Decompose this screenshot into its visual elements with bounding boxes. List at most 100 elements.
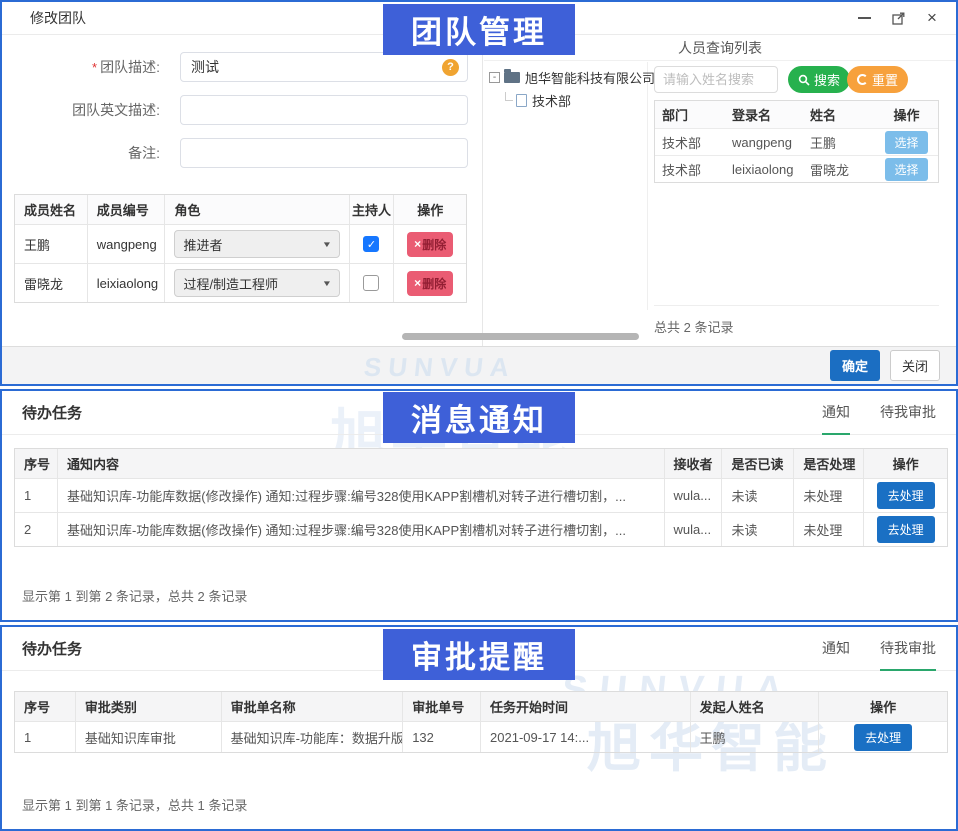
search-input[interactable] (654, 66, 778, 93)
x-icon: × (414, 237, 421, 251)
col-no: 序号 (15, 692, 75, 721)
host-cell (349, 264, 394, 302)
member-code: wangpeng (87, 225, 165, 263)
go-handle-button[interactable]: 去处理 (877, 482, 935, 509)
minimize-icon[interactable] (856, 10, 872, 26)
go-handle-button[interactable]: 去处理 (877, 516, 935, 543)
tabs: 通知 待我审批 (822, 391, 936, 435)
approval-reminder-banner: 审批提醒 (383, 629, 575, 680)
action-cell: ×删除 (393, 264, 466, 302)
action-cell: 去处理 (818, 722, 947, 752)
delete-button[interactable]: ×删除 (407, 271, 453, 296)
role-select-value: 过程/制造工程师 (183, 274, 278, 293)
delete-button[interactable]: ×删除 (407, 232, 453, 257)
col-initiator: 发起人姓名 (690, 692, 819, 721)
select-button[interactable]: 选择 (885, 158, 927, 181)
member-name: 雷晓龙 (15, 264, 87, 302)
login-cell: wangpeng (725, 135, 803, 150)
role-select[interactable]: 过程/制造工程师 ▼ (174, 269, 339, 297)
team-desc-en-input[interactable] (180, 95, 468, 125)
members-table-header: 成员姓名 成员编号 角色 主持人 操作 (15, 195, 466, 224)
required-asterisk: * (92, 60, 97, 75)
col-handled: 是否处理 (793, 449, 863, 478)
col-form-no: 审批单号 (402, 692, 480, 721)
host-checkbox[interactable] (363, 236, 379, 252)
member-code: leixiaolong (87, 264, 165, 302)
select-button[interactable]: 选择 (885, 131, 927, 154)
no-cell: 2 (15, 513, 57, 546)
form-name-cell: 基础知识库-功能库：数据升版... (221, 722, 403, 752)
tab-notifications[interactable]: 通知 (822, 627, 850, 671)
member-row: 雷晓龙 leixiaolong 过程/制造工程师 ▼ ×删除 (15, 263, 466, 302)
receiver-cell: wula... (664, 513, 722, 546)
content-cell: 基础知识库-功能库数据(修改操作) 通知:过程步骤:编号328使用KAPP割槽机… (57, 479, 664, 512)
go-handle-button[interactable]: 去处理 (854, 724, 912, 751)
notify-panel: 旭华智能 待办任务 通知 待我审批 消息通知 序号 通知内容 接收者 是否已读 … (0, 389, 958, 622)
tree-connector (505, 92, 513, 101)
reset-button[interactable]: 重置 (847, 66, 908, 93)
action-cell: ×删除 (393, 225, 466, 263)
tree-node-company[interactable]: - 旭华智能科技有限公司 (489, 66, 655, 89)
col-name: 姓名 (803, 105, 875, 124)
dialog-footer: SUNVUA 确定 关闭 (2, 346, 956, 384)
col-member-code: 成员编号 (87, 195, 165, 224)
approval-row: 1 基础知识库审批 基础知识库-功能库：数据升版... 132 2021-09-… (15, 721, 947, 752)
notification-row: 2 基础知识库-功能库数据(修改操作) 通知:过程步骤:编号328使用KAPP割… (15, 512, 947, 546)
close-button[interactable]: 关闭 (890, 350, 940, 381)
panel-title: 待办任务 (22, 402, 82, 423)
start-time-cell: 2021-09-17 14:... (480, 722, 690, 752)
total-records: 总共 2 条记录 (654, 305, 939, 336)
people-row: 技术部 wangpeng 王鹏 选择 (655, 128, 938, 155)
search-icon (798, 74, 810, 86)
message-notice-banner: 消息通知 (383, 392, 575, 443)
maximize-icon[interactable] (890, 10, 906, 26)
org-tree: - 旭华智能科技有限公司 技术部 (489, 66, 655, 112)
refresh-icon (857, 74, 868, 85)
host-checkbox[interactable] (363, 275, 379, 291)
role-select[interactable]: 推进者 ▼ (174, 230, 339, 258)
team-desc-input[interactable] (180, 52, 468, 82)
tab-notifications[interactable]: 通知 (822, 391, 850, 435)
action-cell: 去处理 (863, 479, 947, 512)
name-cell: 雷晓龙 (803, 160, 875, 179)
col-login: 登录名 (725, 105, 803, 124)
col-member-name: 成员姓名 (15, 195, 87, 224)
people-row: 技术部 leixiaolong 雷晓龙 选择 (655, 155, 938, 182)
team-dialog: 修改团队 × 团队管理 *团队描述: ? 团队英文描述: (0, 0, 958, 386)
tree-node-label: 旭华智能科技有限公司 (525, 68, 655, 87)
panel-title: 待办任务 (22, 638, 82, 659)
tree-node-dept[interactable]: 技术部 (489, 89, 655, 112)
chevron-down-icon: ▼ (321, 279, 331, 288)
close-icon[interactable]: × (924, 10, 940, 26)
file-icon (516, 94, 527, 107)
form-row-team-desc-en: 团队英文描述: (2, 95, 482, 125)
tab-my-approvals[interactable]: 待我审批 (880, 391, 936, 435)
confirm-button[interactable]: 确定 (830, 350, 880, 381)
col-actions: 操作 (863, 449, 947, 478)
no-cell: 1 (15, 479, 57, 512)
collapse-icon[interactable]: - (489, 72, 500, 83)
read-cell: 未读 (721, 513, 793, 546)
col-dept: 部门 (655, 105, 725, 124)
remark-label: 备注: (2, 143, 170, 163)
help-icon[interactable]: ? (442, 59, 459, 76)
col-role: 角色 (164, 195, 348, 224)
action-cell: 选择 (875, 158, 938, 181)
pagination-summary: 显示第 1 到第 1 条记录，总共 1 条记录 (22, 795, 247, 814)
host-cell (349, 225, 394, 263)
people-table: 部门 登录名 姓名 操作 技术部 wangpeng 王鹏 选择 技术部 leix… (654, 100, 939, 183)
col-form-name: 审批单名称 (221, 692, 403, 721)
category-cell: 基础知识库审批 (75, 722, 221, 752)
horizontal-scrollbar[interactable] (402, 333, 639, 340)
team-desc-en-label: 团队英文描述: (2, 100, 170, 120)
col-no: 序号 (15, 449, 57, 478)
role-cell: 过程/制造工程师 ▼ (164, 264, 348, 302)
col-start-time: 任务开始时间 (480, 692, 690, 721)
tab-my-approvals[interactable]: 待我审批 (880, 627, 936, 671)
tabs: 通知 待我审批 (822, 627, 936, 671)
remark-input[interactable] (180, 138, 468, 168)
search-button[interactable]: 搜索 (788, 66, 850, 93)
col-actions: 操作 (818, 692, 947, 721)
member-name: 王鹏 (15, 225, 87, 263)
dept-cell: 技术部 (655, 133, 725, 152)
